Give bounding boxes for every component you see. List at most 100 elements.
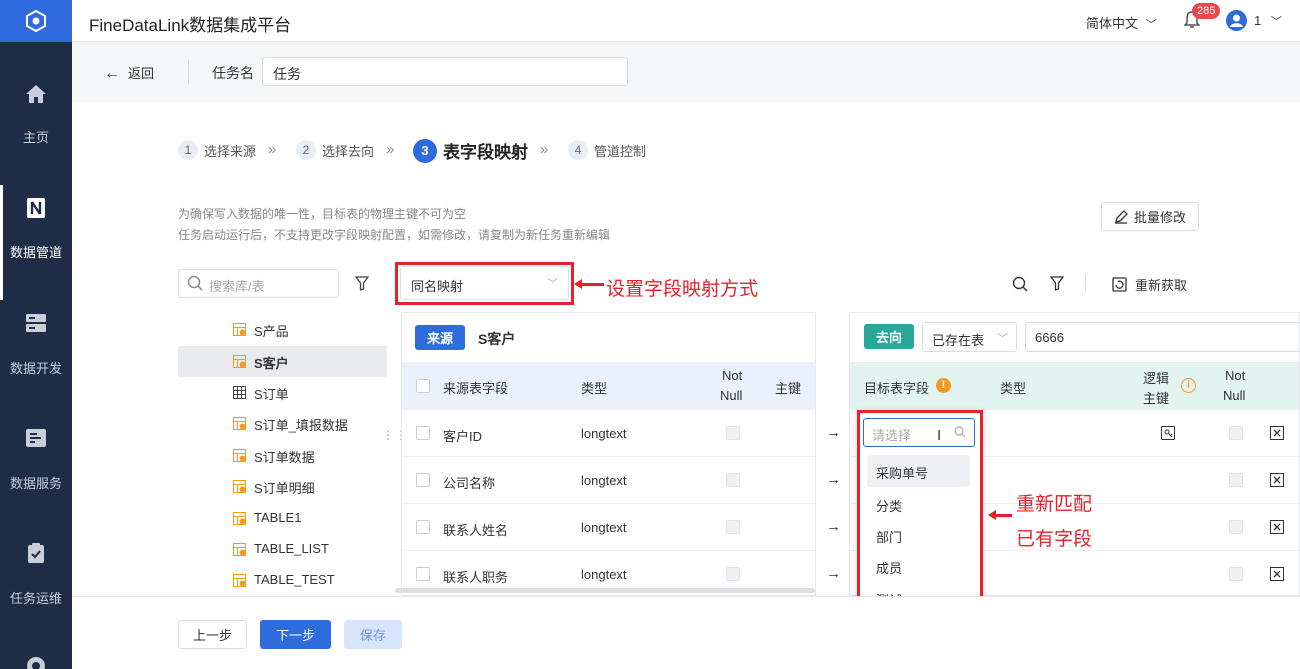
table-row[interactable]: 客户ID longtext bbox=[402, 410, 815, 457]
logo-icon bbox=[26, 9, 46, 33]
warning-icon: ! bbox=[936, 378, 951, 393]
key-icon[interactable] bbox=[1161, 426, 1175, 440]
search-icon[interactable] bbox=[1012, 276, 1028, 292]
delete-icon[interactable] bbox=[1270, 520, 1284, 534]
row-checkbox[interactable] bbox=[416, 473, 430, 487]
table-warning-icon bbox=[233, 480, 246, 493]
sidebar-item-ops[interactable]: 任务运维 bbox=[0, 530, 72, 645]
table-warning-icon bbox=[233, 449, 246, 462]
filter-icon[interactable] bbox=[355, 276, 369, 291]
back-button[interactable]: ← 返回 bbox=[104, 63, 154, 83]
field-type: longtext bbox=[581, 426, 627, 441]
user-menu[interactable]: 1 ﹀ bbox=[1254, 13, 1282, 29]
sidebar-item-dev[interactable]: 数据开发 bbox=[0, 300, 72, 415]
delete-icon[interactable] bbox=[1270, 567, 1284, 581]
step-number: 1 bbox=[178, 140, 198, 160]
user-icon bbox=[1230, 14, 1243, 27]
edit-icon bbox=[1114, 209, 1128, 224]
step-pipeline-control[interactable]: 4 管道控制 bbox=[568, 140, 646, 160]
batch-edit-label: 批量修改 bbox=[1133, 210, 1186, 225]
sidebar-item-service[interactable]: 数据服务 bbox=[0, 415, 72, 530]
notnull-checkbox bbox=[1229, 520, 1243, 534]
annotation-text: 重新匹配 bbox=[1016, 494, 1093, 515]
source-field: 公司名称 bbox=[443, 476, 496, 491]
task-name-input[interactable]: 任务 bbox=[262, 57, 628, 86]
info-icon[interactable]: i bbox=[1181, 378, 1196, 393]
arrow-right-icon: → bbox=[826, 565, 841, 582]
tree-item-label: S订单数据 bbox=[254, 450, 315, 465]
notnull-checkbox bbox=[726, 520, 740, 534]
settings-icon[interactable] bbox=[25, 655, 47, 669]
row-checkbox[interactable] bbox=[416, 426, 430, 440]
annotation-arrow bbox=[996, 514, 1012, 517]
step-select-target[interactable]: 2 选择去向 bbox=[296, 140, 374, 160]
table-row[interactable]: 联系人姓名 longtext bbox=[402, 504, 815, 551]
pipeline-icon bbox=[27, 198, 45, 218]
sidebar-item-label: 主页 bbox=[22, 130, 49, 145]
target-mode-select[interactable]: 已存在表 ﹀ bbox=[922, 322, 1017, 352]
step-select-source[interactable]: 1 选择来源 bbox=[178, 140, 256, 160]
column-header: Null bbox=[720, 388, 743, 403]
field-type: longtext bbox=[581, 473, 627, 488]
source-table-name: S客户 bbox=[478, 331, 516, 347]
batch-edit-button[interactable]: 批量修改 bbox=[1101, 202, 1199, 231]
chevron-right-icon: » bbox=[540, 141, 549, 158]
tree-item[interactable]: S订单 bbox=[178, 377, 387, 408]
next-button[interactable]: 下一步 bbox=[260, 620, 331, 649]
tree-item[interactable]: TABLE_LIST bbox=[178, 534, 387, 565]
delete-icon[interactable] bbox=[1270, 426, 1284, 440]
select-all-checkbox[interactable] bbox=[416, 379, 430, 393]
horizontal-scrollbar[interactable] bbox=[395, 588, 815, 593]
prev-button[interactable]: 上一步 bbox=[178, 620, 247, 649]
filter-icon[interactable] bbox=[1050, 276, 1064, 291]
tree-item[interactable]: TABLE1 bbox=[178, 503, 387, 534]
annotation-text: 设置字段映射方式 bbox=[606, 279, 759, 300]
column-header: 主键 bbox=[1143, 391, 1170, 406]
table-icon bbox=[233, 386, 246, 399]
sidebar-item-pipeline[interactable]: 数据管道 bbox=[0, 185, 72, 300]
mapping-mode-select[interactable]: 同名映射 ﹀ bbox=[400, 266, 569, 300]
tree-item-selected[interactable]: S客户 bbox=[178, 346, 387, 377]
tree-item[interactable]: S订单明细 bbox=[178, 471, 387, 502]
table-warning-icon bbox=[233, 417, 246, 430]
column-header: 来源表字段 bbox=[443, 381, 509, 396]
target-tag: 去向 bbox=[864, 324, 914, 349]
column-header: 目标表字段 bbox=[864, 381, 930, 396]
column-header: Null bbox=[1223, 388, 1246, 403]
service-icon bbox=[26, 429, 46, 447]
sidebar-item-label: 数据服务 bbox=[9, 476, 62, 491]
notnull-checkbox bbox=[726, 473, 740, 487]
avatar[interactable] bbox=[1226, 10, 1247, 31]
target-mode-value: 已存在表 bbox=[932, 333, 985, 348]
tree-item[interactable]: TABLE_TEST bbox=[178, 565, 387, 596]
sidebar-item-home[interactable]: 主页 bbox=[0, 75, 72, 190]
column-header: 类型 bbox=[581, 381, 608, 396]
target-table-select[interactable]: 6666 bbox=[1025, 322, 1300, 352]
step-label: 管道控制 bbox=[594, 143, 647, 159]
delete-icon[interactable] bbox=[1270, 473, 1284, 487]
source-header-row: 来源表字段 类型 Not Null 主键 bbox=[402, 362, 815, 410]
tree-item[interactable]: S产品 bbox=[178, 314, 387, 345]
step-field-mapping[interactable]: 3 表字段映射 bbox=[413, 138, 528, 163]
sidebar-item-label: 数据开发 bbox=[9, 361, 62, 376]
language-select[interactable]: 简体中文 ﹀ bbox=[1086, 13, 1157, 32]
refetch-button[interactable]: 重新获取 bbox=[1112, 275, 1187, 294]
column-header: Not bbox=[1225, 368, 1246, 383]
notification-badge: 285 bbox=[1192, 3, 1221, 19]
column-header: Not bbox=[722, 368, 743, 383]
table-warning-icon bbox=[233, 355, 246, 368]
dev-icon bbox=[26, 314, 46, 332]
annotation-box bbox=[857, 410, 983, 624]
home-icon bbox=[26, 85, 46, 103]
notnull-checkbox bbox=[1229, 473, 1243, 487]
tree-item[interactable]: S订单数据 bbox=[178, 440, 387, 471]
row-checkbox[interactable] bbox=[416, 520, 430, 534]
source-field: 客户ID bbox=[443, 429, 483, 444]
tree-item[interactable]: S订单_填报数据 bbox=[178, 408, 387, 439]
save-button[interactable]: 保存 bbox=[344, 620, 402, 649]
table-row[interactable]: 公司名称 longtext bbox=[402, 457, 815, 504]
row-checkbox[interactable] bbox=[416, 567, 430, 581]
task-name-label: 任务名 bbox=[212, 65, 254, 81]
app-logo[interactable] bbox=[0, 0, 72, 42]
step-label: 选择去向 bbox=[322, 143, 375, 159]
